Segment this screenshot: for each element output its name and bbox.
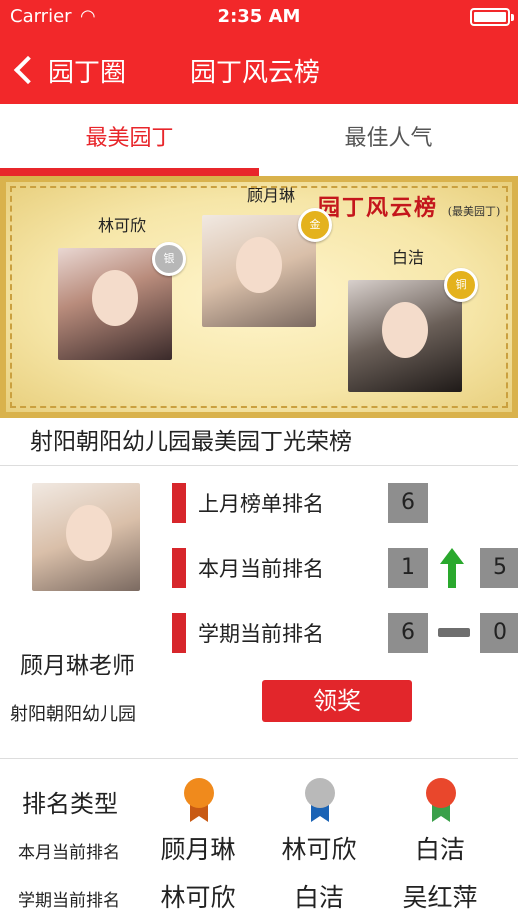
- second-place-name: 林可欣: [97, 216, 146, 235]
- tab-bar: 最美园丁 最佳人气: [0, 104, 518, 176]
- bronze-ribbon-icon: [426, 778, 456, 822]
- banner-brand: 园丁风云榜 (最美园丁): [318, 190, 500, 222]
- rank-label: 本月当前排名: [198, 557, 324, 581]
- back-button[interactable]: 园丁圈: [10, 48, 126, 92]
- rank-change: 0: [480, 613, 518, 653]
- tab-most-beautiful[interactable]: 最美园丁: [0, 104, 259, 176]
- top-bar: Carrier ◠ 2:35 AM 园丁圈 园丁风云榜: [0, 0, 518, 104]
- arrow-up-icon: [428, 548, 480, 588]
- rank-3-name[interactable]: 吴红萍: [380, 878, 500, 914]
- row-marker: [172, 613, 186, 653]
- rank-3-name[interactable]: 白洁: [380, 830, 500, 866]
- portrait-face: [236, 237, 282, 293]
- gold-medal-icon: 金: [298, 208, 332, 242]
- rank-value: 6: [388, 483, 428, 523]
- first-place-name: 顾月琳: [246, 186, 295, 205]
- row-marker: [172, 483, 186, 523]
- rank-2-name[interactable]: 白洁: [259, 878, 379, 914]
- honor-title: 射阳朝阳幼儿园最美园丁光荣榜: [0, 418, 518, 466]
- rank-value: 6: [388, 613, 428, 653]
- row-category: 本月当前排名: [18, 843, 120, 863]
- row-marker: [172, 548, 186, 588]
- third-place-name: 白洁: [391, 248, 424, 267]
- chevron-left-icon: [13, 55, 43, 85]
- rank-1-name[interactable]: 顾月琳: [138, 830, 258, 866]
- table-row: 学期当前排名 林可欣 白洁 吴红萍: [0, 874, 518, 920]
- back-label: 园丁圈: [48, 57, 127, 88]
- battery-icon: [470, 8, 514, 26]
- clock: 2:35 AM: [217, 6, 301, 27]
- rank-value: 1: [388, 548, 428, 588]
- ranking-type-header: 排名类型: [22, 790, 118, 818]
- no-change-icon: [428, 613, 480, 653]
- tab-most-popular[interactable]: 最佳人气: [259, 104, 518, 176]
- honor-banner: 园丁风云榜 (最美园丁) 顾月琳 金 林可欣 银 白洁 铜: [0, 176, 518, 418]
- status-bar: Carrier ◠ 2:35 AM: [0, 0, 518, 34]
- teacher-school: 射阳朝阳幼儿园: [10, 704, 136, 725]
- teacher-name: 顾月琳老师: [20, 653, 135, 679]
- rank-row-this-month: 本月当前排名 1 5: [172, 548, 518, 588]
- rank-label: 上月榜单排名: [198, 492, 324, 516]
- banner-brand-text: 园丁风云榜: [318, 195, 439, 221]
- portrait-face: [92, 270, 138, 326]
- page-title: 园丁风云榜: [190, 58, 321, 88]
- bronze-medal-icon: 铜: [444, 268, 478, 302]
- silver-ribbon-icon: [305, 778, 335, 822]
- rank-2-name[interactable]: 林可欣: [259, 830, 379, 866]
- third-place-photo[interactable]: [348, 280, 462, 392]
- portrait-face: [66, 505, 112, 561]
- rank-row-last-month: 上月榜单排名 6: [172, 483, 428, 523]
- banner-brand-sub: (最美园丁): [447, 205, 501, 218]
- rank-row-semester: 学期当前排名 6 0: [172, 613, 518, 653]
- gold-ribbon-icon: [184, 778, 214, 822]
- rank-1-name[interactable]: 林可欣: [138, 878, 258, 914]
- rank-change: 5: [480, 548, 518, 588]
- teacher-avatar[interactable]: [32, 483, 140, 591]
- portrait-face: [382, 302, 428, 358]
- divider: [0, 758, 518, 759]
- table-row: 本月当前排名 顾月琳 林可欣 白洁: [0, 826, 518, 876]
- row-category: 学期当前排名: [18, 891, 120, 911]
- silver-medal-icon: 银: [152, 242, 186, 276]
- award-button[interactable]: 领奖: [262, 680, 412, 722]
- rank-label: 学期当前排名: [198, 622, 324, 646]
